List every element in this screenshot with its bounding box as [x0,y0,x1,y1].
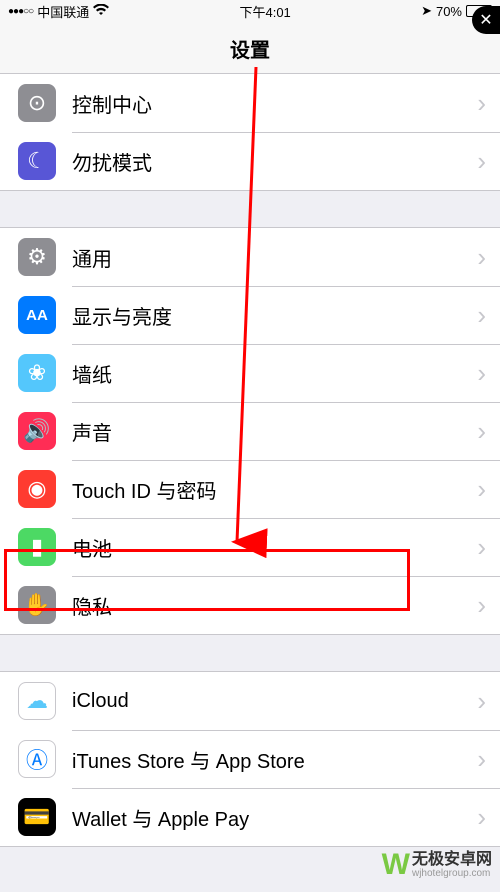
settings-row-label: iTunes Store 与 App Store [72,745,477,774]
settings-row-label: 墙纸 [72,359,477,388]
carrier-label: 中国联通 [37,2,89,21]
settings-row-general[interactable]: ⚙ 通用› [0,228,500,286]
wifi-icon [93,4,109,19]
wallet-icon: 💳 [18,798,56,836]
general-icon: ⚙ [18,238,56,276]
settings-row-display[interactable]: AA 显示与亮度› [0,286,500,344]
settings-row-label: 电池 [72,533,477,562]
chevron-right-icon: › [477,146,486,177]
watermark-logo-icon: W [382,848,406,882]
signal-icon: ●●●○○ [8,6,33,17]
settings-row-control-center[interactable]: ⊙ 控制中心› [0,74,500,132]
watermark-name: 无极安卓网 [412,851,492,869]
chevron-right-icon: › [477,88,486,119]
watermark-url: wjhotelgroup.com [412,868,492,879]
display-icon: AA [18,296,56,334]
settings-row-label: 通用 [72,243,477,272]
location-icon: ➤ [421,3,432,19]
settings-row-wallet[interactable]: 💳 Wallet 与 Apple Pay› [0,788,500,846]
settings-row-dnd[interactable]: ☾ 勿扰模式› [0,132,500,190]
itunes-icon: Ⓐ [18,740,56,778]
settings-row-touchid[interactable]: ◉ Touch ID 与密码› [0,460,500,518]
wallpaper-icon: ❀ [18,354,56,392]
settings-row-label: 隐私 [72,591,477,620]
status-left: ●●●○○ 中国联通 [8,2,109,21]
settings-row-label: Touch ID 与密码 [72,475,477,504]
chevron-right-icon: › [477,242,486,273]
settings-row-itunes[interactable]: ⒶiTunes Store 与 App Store› [0,730,500,788]
settings-row-label: 显示与亮度 [72,301,477,330]
page-title: 设置 [0,22,500,74]
settings-row-label: 声音 [72,417,477,446]
status-time: 下午4:01 [239,2,290,21]
settings-group: ⚙通用›AA显示与亮度›❀墙纸›🔊声音›◉Touch ID 与密码›▮电池›✋隐… [0,227,500,635]
settings-row-label: 勿扰模式 [72,147,477,176]
settings-row-label: iCloud [72,690,477,713]
settings-group: ☁iCloud ›ⒶiTunes Store 与 App Store›💳Wall… [0,671,500,847]
chevron-right-icon: › [477,358,486,389]
watermark: W 无极安卓网 wjhotelgroup.com [382,848,492,882]
privacy-icon: ✋ [18,586,56,624]
icloud-icon: ☁ [18,682,56,720]
chevron-right-icon: › [477,300,486,331]
chevron-right-icon: › [477,474,486,505]
battery-percent: 70% [436,4,462,19]
dnd-icon: ☾ [18,142,56,180]
touchid-icon: ◉ [18,470,56,508]
chevron-right-icon: › [477,686,486,717]
chevron-right-icon: › [477,802,486,833]
chevron-right-icon: › [477,532,486,563]
settings-row-label: 控制中心 [72,89,477,118]
settings-row-sound[interactable]: 🔊 声音› [0,402,500,460]
control-center-icon: ⊙ [18,84,56,122]
settings-row-wallpaper[interactable]: ❀ 墙纸› [0,344,500,402]
settings-row-privacy[interactable]: ✋ 隐私› [0,576,500,634]
status-bar: ●●●○○ 中国联通 下午4:01 ➤ 70% [0,0,500,22]
chevron-right-icon: › [477,416,486,447]
chevron-right-icon: › [477,590,486,621]
sound-icon: 🔊 [18,412,56,450]
chevron-right-icon: › [477,744,486,775]
settings-row-label: Wallet 与 Apple Pay [72,803,477,832]
settings-row-battery[interactable]: ▮ 电池› [0,518,500,576]
settings-row-icloud[interactable]: ☁ iCloud › [0,672,500,730]
settings-group: ⊙ 控制中心› ☾ 勿扰模式› [0,74,500,191]
battery-icon: ▮ [18,528,56,566]
close-button[interactable]: ✕ [472,6,500,34]
